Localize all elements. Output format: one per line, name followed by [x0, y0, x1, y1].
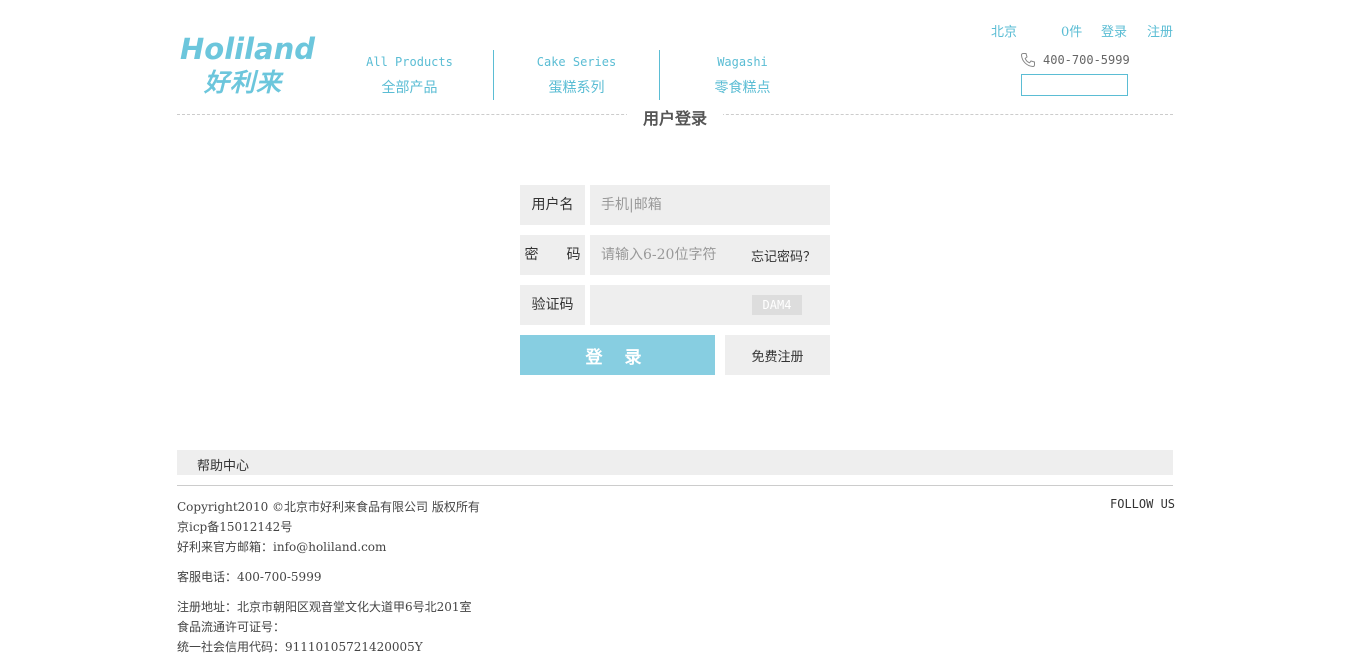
hotline-text: 400-700-5999 — [1043, 53, 1130, 67]
password-label: 密 码 — [520, 235, 585, 275]
cart-link[interactable]: 0件 — [1061, 21, 1082, 40]
footer-address: 注册地址：北京市朝阳区观音堂文化大道甲6号北201室 — [177, 600, 472, 614]
username-label: 用户名 — [520, 185, 585, 225]
logo-text-en[interactable]: Holiland — [180, 32, 315, 66]
register-link[interactable]: 注册 — [1147, 21, 1173, 40]
captcha-label: 验证码 — [520, 285, 585, 325]
free-register-button[interactable]: 免费注册 — [725, 335, 830, 375]
login-link[interactable]: 登录 — [1101, 21, 1127, 40]
nav-item-wagashi[interactable]: Wagashi 零食糕点 — [660, 50, 825, 100]
search-input[interactable] — [1021, 74, 1128, 96]
nav-label-cn: 蛋糕系列 — [548, 80, 605, 96]
phone-icon — [1020, 53, 1035, 68]
footer-icp: 京icp备15012142号 — [177, 520, 293, 534]
footer-license: 食品流通许可证号： — [177, 620, 286, 634]
nav-item-cake-series[interactable]: Cake Series 蛋糕系列 — [494, 50, 659, 100]
footer-credit-code: 统一社会信用代码：91110105721420005Y — [177, 640, 423, 654]
nav-label-en: Wagashi — [717, 55, 768, 69]
footer-service-phone: 客服电话：400-700-5999 — [177, 570, 322, 584]
forgot-password-link[interactable]: 忘记密码？ — [751, 246, 816, 265]
follow-us: FOLLOW US — [1110, 497, 1176, 511]
page-title: 用户登录 — [627, 105, 723, 129]
captcha-image[interactable]: DAM4 — [752, 295, 802, 315]
nav-label-cn: 零食糕点 — [714, 80, 771, 96]
logo-text-cn[interactable]: 好利来 — [204, 63, 282, 99]
login-button[interactable]: 登 录 — [520, 335, 715, 375]
nav-label-cn: 全部产品 — [381, 80, 438, 96]
nav-label-en: All Products — [366, 55, 453, 69]
city-selector[interactable]: 北京 — [991, 21, 1017, 40]
nav-label-en: Cake Series — [536, 55, 617, 69]
help-center-link[interactable]: 帮助中心 — [197, 455, 249, 474]
nav-item-all-products[interactable]: All Products 全部产品 — [327, 50, 492, 100]
help-bar — [177, 450, 1173, 475]
username-input[interactable] — [590, 185, 830, 225]
footer-email: 好利来官方邮箱：info@holiland.com — [177, 540, 387, 554]
footer-copyright: Copyright2010 ©北京市好利来食品有限公司 版权所有 — [177, 500, 480, 514]
footer-divider — [177, 485, 1173, 486]
